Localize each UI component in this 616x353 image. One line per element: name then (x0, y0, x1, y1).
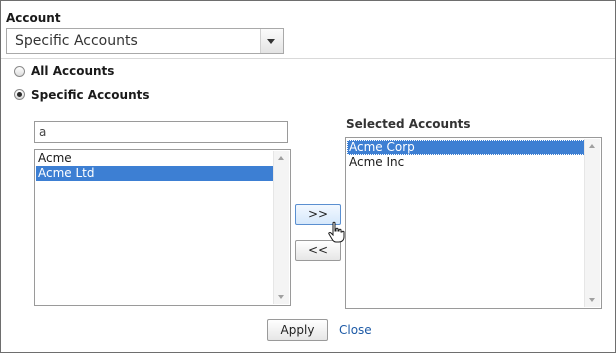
apply-button[interactable]: Apply (267, 319, 328, 341)
list-item-selected[interactable]: Acme Corp (347, 140, 585, 155)
account-type-dropdown[interactable]: Specific Accounts (6, 28, 284, 54)
selected-accounts-list[interactable]: Acme Corp Acme Inc (345, 137, 602, 309)
account-filter-panel: Account Specific Accounts All Accounts S… (0, 0, 616, 353)
remove-selected-button[interactable]: << (295, 240, 341, 261)
selected-accounts-heading: Selected Accounts (346, 117, 471, 131)
radio-all-accounts[interactable] (14, 66, 25, 77)
available-accounts-list[interactable]: Acme Acme Ltd (34, 149, 291, 306)
scroll-up-icon[interactable] (589, 144, 595, 148)
list-item-selected[interactable]: Acme Ltd (36, 166, 274, 181)
close-link[interactable]: Close (339, 323, 372, 337)
dropdown-value: Specific Accounts (15, 33, 138, 49)
divider (1, 58, 615, 59)
list-item[interactable]: Acme Inc (347, 155, 585, 170)
account-search-input[interactable]: a (34, 121, 288, 143)
radio-checked-dot (17, 92, 22, 97)
radio-specific-accounts-label[interactable]: Specific Accounts (31, 88, 150, 102)
radio-specific-accounts[interactable] (14, 89, 25, 100)
search-value: a (39, 125, 47, 139)
list-item[interactable]: Acme (36, 151, 274, 166)
selected-list-scrollbar[interactable] (584, 139, 600, 307)
scroll-up-icon[interactable] (278, 156, 284, 160)
hand-pointer-icon (328, 221, 345, 243)
account-label: Account (6, 11, 61, 25)
dropdown-toggle[interactable] (260, 29, 283, 53)
radio-all-accounts-label[interactable]: All Accounts (31, 64, 114, 78)
scroll-down-icon[interactable] (278, 295, 284, 299)
scroll-down-icon[interactable] (589, 298, 595, 302)
available-list-scrollbar[interactable] (273, 151, 289, 304)
chevron-down-icon (267, 39, 275, 44)
